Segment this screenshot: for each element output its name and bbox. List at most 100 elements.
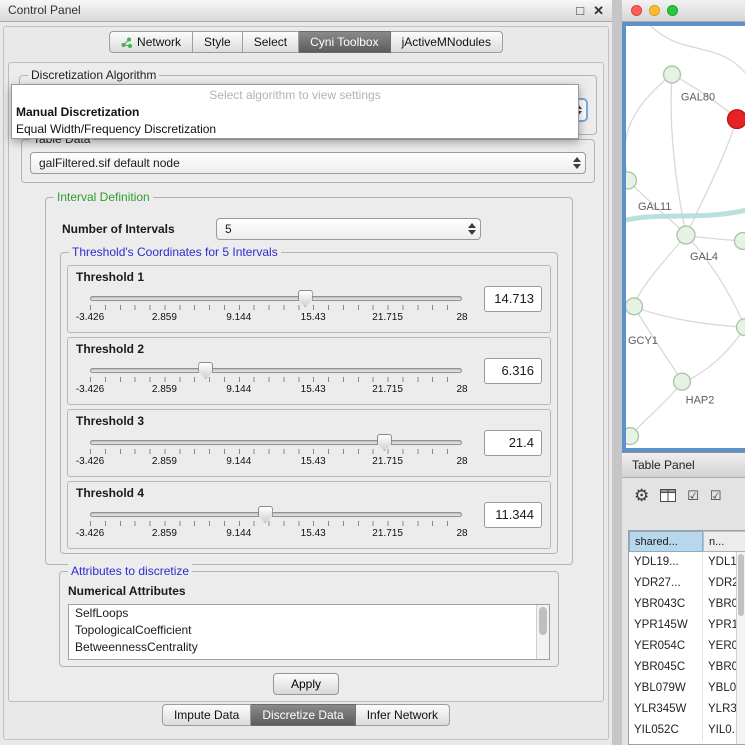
network-view-frame: GAL80 GAL11 GAL4 GCY1 HAP2 [622,22,745,452]
network-node[interactable] [674,373,691,390]
float-window-icon[interactable]: □ [576,0,584,21]
scale-label: 2.859 [152,528,177,539]
slider-track[interactable] [90,512,462,517]
slider-track[interactable] [90,296,462,301]
group-title-interval-definition: Interval Definition [54,190,153,204]
network-node[interactable] [626,172,637,189]
select-columns-checkbox-icon[interactable]: ☑ [710,489,722,503]
threshold-2-value[interactable]: 6.316 [484,358,542,384]
list-item-betweennesscentrality[interactable]: BetweennessCentrality [69,639,549,656]
threshold-1-panel: Threshold 1 -3.426 2.859 9.144 15.43 21.… [67,265,551,333]
tab-style[interactable]: Style [193,31,243,53]
dropdown-item-equal-width-frequency[interactable]: Equal Width/Frequency Discretization [12,121,578,138]
table-row[interactable]: YLR345WYLR3... [629,699,745,720]
table-data-combobox[interactable]: galFiltered.sif default node [30,152,586,174]
table-scrollbar-thumb[interactable] [738,554,744,616]
scale-label: 21.715 [372,312,403,323]
network-window-titlebar[interactable] [622,0,745,22]
tab-label: Discretize Data [262,705,343,725]
table-cell[interactable]: YBR043C [629,594,703,615]
close-window-icon[interactable]: ✕ [593,0,604,21]
table-data-group: Table Data galFiltered.sif default node [21,139,595,183]
scale-label: 9.144 [226,312,251,323]
minimize-traffic-light-icon[interactable] [649,5,660,16]
table-cell[interactable]: YPR145W [629,615,703,636]
slider-scale: -3.426 2.859 9.144 15.43 21.715 28 [90,528,462,540]
scale-label: 28 [456,528,467,539]
table-toolbar: ⚙ ☑ ☑ [634,487,722,504]
table-cell[interactable]: YER054C [629,636,703,657]
tab-jactivemnodules[interactable]: jActiveMNodules [391,31,503,53]
network-node[interactable] [735,233,745,250]
control-panel-titlebar[interactable]: Control Panel □ ✕ [0,0,612,22]
table-cell[interactable]: YDL19... [629,552,703,573]
numerical-attributes-list[interactable]: SelfLoops TopologicalCoefficient Between… [68,604,550,660]
table-row[interactable]: YBL079WYBL0... [629,678,745,699]
column-header-shared-name[interactable]: shared... [629,531,703,552]
table-row[interactable]: YBR045CYBR0... [629,657,745,678]
tab-label: jActiveMNodules [402,32,491,52]
selected-network-node[interactable] [728,110,745,129]
tab-discretize-data[interactable]: Discretize Data [251,704,355,726]
slider-ticks [90,521,462,526]
table-scrollbar[interactable] [736,552,745,744]
table-cell[interactable]: YLR345W [629,699,703,720]
slider-track[interactable] [90,368,462,373]
tab-impute-data[interactable]: Impute Data [162,704,251,726]
network-node[interactable] [626,428,639,445]
select-rows-checkbox-icon[interactable]: ☑ [687,489,699,503]
table-panel-header[interactable]: Table Panel [622,452,745,478]
table-settings-gear-icon[interactable]: ⚙ [634,487,649,504]
table-row[interactable]: YPR145WYPR1... [629,615,745,636]
close-traffic-light-icon[interactable] [631,5,642,16]
scale-label: 9.144 [226,528,251,539]
table-cell[interactable]: YBR045C [629,657,703,678]
table-row[interactable]: YBR043CYBR0... [629,594,745,615]
tab-label: Infer Network [367,705,438,725]
node-label: GAL11 [638,201,671,213]
tab-label: Select [254,32,287,52]
num-intervals-combobox[interactable]: 5 [216,218,481,240]
apply-button[interactable]: Apply [273,673,339,695]
scale-label: 21.715 [372,384,403,395]
network-node[interactable] [677,226,695,244]
network-node[interactable] [664,66,681,83]
zoom-traffic-light-icon[interactable] [667,5,678,16]
threshold-4-slider[interactable]: -3.426 2.859 9.144 15.43 21.715 28 [90,506,462,546]
threshold-3-value[interactable]: 21.4 [484,430,542,456]
network-node[interactable] [737,319,745,336]
table-row[interactable]: YDL19...YDL1... [629,552,745,573]
network-canvas[interactable]: GAL80 GAL11 GAL4 GCY1 HAP2 [626,26,745,448]
dropdown-item-manual-discretization[interactable]: Manual Discretization [12,104,578,121]
table-cell[interactable]: YBL079W [629,678,703,699]
table-cell[interactable]: YIL052C [629,720,703,741]
threshold-1-slider[interactable]: -3.426 2.859 9.144 15.43 21.715 28 [90,290,462,330]
scale-label: 28 [456,312,467,323]
num-intervals-value: 5 [225,222,232,236]
tab-cyni-toolbox[interactable]: Cyni Toolbox [299,31,390,53]
list-item-topologicalcoefficient[interactable]: TopologicalCoefficient [69,622,549,639]
slider-track[interactable] [90,440,462,445]
table-cell[interactable]: YDR27... [629,573,703,594]
threshold-4-value[interactable]: 11.344 [484,502,542,528]
column-selector-icon[interactable] [660,489,676,502]
threshold-1-value[interactable]: 14.713 [484,286,542,312]
column-header-name[interactable]: n... [703,531,745,552]
table-row[interactable]: YIL052CYIL0... [629,720,745,741]
scale-label: 9.144 [226,384,251,395]
threshold-4-panel: Threshold 4 -3.426 2.859 9.144 15.43 21.… [67,481,551,549]
threshold-3-slider[interactable]: -3.426 2.859 9.144 15.43 21.715 28 [90,434,462,474]
slider-ticks [90,305,462,310]
network-node[interactable] [626,298,643,315]
list-scrollbar-thumb[interactable] [539,607,547,635]
tab-infer-network[interactable]: Infer Network [356,704,450,726]
table-row[interactable]: YDR27...YDR2... [629,573,745,594]
list-item-selfloops[interactable]: SelfLoops [69,605,549,622]
list-scrollbar[interactable] [536,605,549,659]
table-row[interactable]: YER054CYER0... [629,636,745,657]
threshold-2-slider[interactable]: -3.426 2.859 9.144 15.43 21.715 28 [90,362,462,402]
attributes-group: Attributes to discretize Numerical Attri… [59,571,559,667]
tab-select[interactable]: Select [243,31,299,53]
tab-network[interactable]: Network [109,31,193,53]
network-tab-icon [121,37,132,48]
